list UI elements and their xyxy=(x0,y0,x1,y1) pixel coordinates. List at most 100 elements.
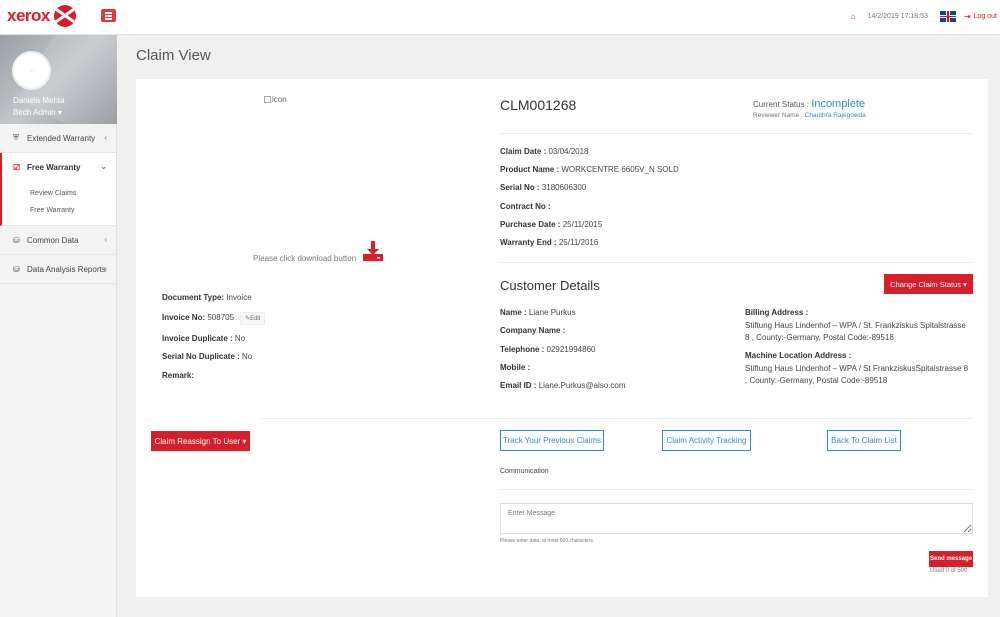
chevron-left-icon: ‹ xyxy=(104,264,107,273)
invoice-duplicate: Invoice Duplicate : No xyxy=(162,334,245,343)
database-icon: ⛁ xyxy=(13,264,20,274)
image-alt-text: icon xyxy=(272,95,287,104)
claim-reassign-button[interactable]: Claim Reassign To User ▾ xyxy=(151,431,250,451)
hamburger-line xyxy=(105,18,112,20)
sidebar-item-common-data[interactable]: ⛁ Common Data ‹ xyxy=(0,226,116,255)
field-value: 25/11/2016 xyxy=(558,238,599,247)
sidebar-item-free-warranty[interactable]: ☑ Free Warranty ⌄ xyxy=(0,153,116,182)
divider xyxy=(500,133,972,134)
billing-address-label: Billing Address : xyxy=(745,308,809,317)
machine-address-value: Stiftung Haus Lindenhof – WPA / St Frank… xyxy=(745,363,969,386)
shield-icon: ⛨ xyxy=(13,133,19,142)
change-claim-status-button[interactable]: Change Claim Status ▾ xyxy=(884,274,973,294)
avatar-logo: ◦◦◦ xyxy=(29,68,34,73)
customer-details-title: Customer Details xyxy=(500,278,600,293)
download-icon[interactable] xyxy=(363,241,383,261)
claim-activity-tracking-button[interactable]: Claim Activity Tracking xyxy=(662,430,751,451)
checkbox-icon: ☑ xyxy=(13,163,21,172)
uk-flag-icon[interactable] xyxy=(939,11,956,22)
reviewer-label: Reviewer Name : xyxy=(753,112,803,119)
profile-panel: ◦◦◦ Daniela Mehta Birch Admin ▾ xyxy=(0,35,117,124)
chevron-left-icon: ‹ xyxy=(104,235,107,244)
free-warranty-submenu: Review Claims Free Warranty xyxy=(0,182,116,226)
remark: Remark: xyxy=(162,371,194,380)
logout-link[interactable]: Log out xyxy=(974,13,997,20)
home-icon[interactable]: ⌂ xyxy=(851,12,856,21)
logo-text: xerox xyxy=(7,6,50,25)
field-label: Warranty End : xyxy=(500,238,557,247)
field-value: Liane.Purkus@also.com xyxy=(538,381,626,390)
document-type-label: Document Type: xyxy=(162,293,225,302)
xerox-ball-icon xyxy=(53,5,76,27)
machine-address-label: Machine Location Address : xyxy=(745,351,852,360)
field-label: Product Name : xyxy=(500,165,560,174)
purchase-date: Purchase Date : 25/11/2015 xyxy=(500,220,602,229)
top-bar: xerox ⌂ 14/2/2019 17:18:53 ⇥ Log out xyxy=(0,0,1000,35)
company-name: Company Name : xyxy=(500,326,565,335)
sidebar-item-label: Common Data xyxy=(27,235,79,245)
track-previous-claims-button[interactable]: Track Your Previous Claims xyxy=(500,430,604,451)
reviewer-name: Reviewer Name : Charithra Rajegowda xyxy=(753,112,866,119)
chevron-down-icon: ⌄ xyxy=(100,162,107,171)
broken-image-icon xyxy=(264,96,271,103)
machine-location-address: Machine Location Address : Stiftung Haus … xyxy=(745,350,970,388)
invoice-no-value: 508705 xyxy=(207,313,235,322)
field-label: Name : xyxy=(500,308,527,317)
xerox-logo[interactable]: xerox xyxy=(7,5,76,27)
field-value: Liane Purkus xyxy=(528,308,576,317)
field-label: Mobile : xyxy=(500,363,531,372)
contract-no: Contract No : xyxy=(500,202,551,211)
sidebar-item-data-analysis-reports[interactable]: ⛁ Data Analysis Reports ‹ xyxy=(0,255,116,284)
reviewer-value[interactable]: Charithra Rajegowda xyxy=(805,112,866,119)
document-image-placeholder: icon xyxy=(264,95,287,104)
menu-toggle-button[interactable] xyxy=(101,9,116,22)
claim-number: CLM001268 xyxy=(500,97,577,113)
char-count: Used 0 of 500 xyxy=(930,568,968,574)
profile-role-dropdown[interactable]: Birch Admin ▾ xyxy=(13,108,62,117)
sidebar-item-label: Free Warranty xyxy=(27,163,81,172)
edit-invoice-button[interactable]: ✎Edit xyxy=(240,312,266,325)
sidebar-item-extended-warranty[interactable]: ⛨ Extended Warranty ‹ xyxy=(0,124,116,153)
invoice-no-label: Invoice No: xyxy=(162,313,206,322)
edit-label: Edit xyxy=(250,316,261,322)
field-label: Claim Date : xyxy=(500,147,547,156)
field-label: Telephone : xyxy=(500,345,545,354)
invoice-duplicate-value: No xyxy=(234,334,246,343)
serial-duplicate-value: No xyxy=(242,352,253,361)
product-name: Product Name : WORKCENTRE 6605V_N SOLD xyxy=(500,165,679,174)
page-title: Claim View xyxy=(136,47,211,64)
billing-address-value: Stiftung Haus Lindenhof – WPA / St. Fran… xyxy=(745,320,966,343)
top-right-bar: ⌂ 14/2/2019 17:18:53 ⇥ Log out xyxy=(851,11,997,22)
field-label: Serial No : xyxy=(500,183,540,192)
sidebar-item-label: Data Analysis Reports xyxy=(27,264,106,274)
email-id: Email ID : Liane.Purkus@also.com xyxy=(500,381,626,390)
document-type: Document Type: Invoice xyxy=(162,293,252,302)
field-label: Email ID : xyxy=(500,381,537,390)
telephone: Telephone : 02921994860 xyxy=(500,345,595,354)
status-value: Incomplete xyxy=(811,98,866,110)
sidebar-subitem-review-claims[interactable]: Review Claims xyxy=(2,185,116,202)
hamburger-icon xyxy=(105,12,112,14)
communication-label: Communication xyxy=(500,468,549,475)
message-input[interactable] xyxy=(500,503,973,534)
sidebar-subitem-free-warranty[interactable]: Free Warranty xyxy=(2,202,116,219)
warranty-end: Warranty End : 25/11/2016 xyxy=(500,238,598,247)
back-to-claim-list-button[interactable]: Back To Claim List xyxy=(827,430,901,451)
invoice-duplicate-label: Invoice Duplicate : xyxy=(162,334,233,343)
divider xyxy=(262,418,972,419)
avatar[interactable]: ◦◦◦ xyxy=(12,51,51,90)
divider xyxy=(500,489,972,490)
status-label: Current Status : xyxy=(753,100,810,109)
divider xyxy=(500,262,972,263)
datetime: 14/2/2019 17:18:53 xyxy=(867,13,928,20)
send-message-button[interactable]: Send message xyxy=(929,551,973,567)
logout-icon[interactable]: ⇥ xyxy=(964,12,971,21)
profile-name: Daniela Mehta xyxy=(13,96,65,105)
download-hint: Please click download button xyxy=(253,254,357,263)
serial-duplicate-label: Serial No Duplicate : xyxy=(162,352,240,361)
serial-duplicate: Serial No Duplicate : No xyxy=(162,352,252,361)
message-hint: Please enter data, at most 500 character… xyxy=(500,538,595,544)
field-label: Company Name : xyxy=(500,326,566,335)
field-label: Purchase Date : xyxy=(500,220,561,229)
field-value: 02921994860 xyxy=(546,345,596,354)
